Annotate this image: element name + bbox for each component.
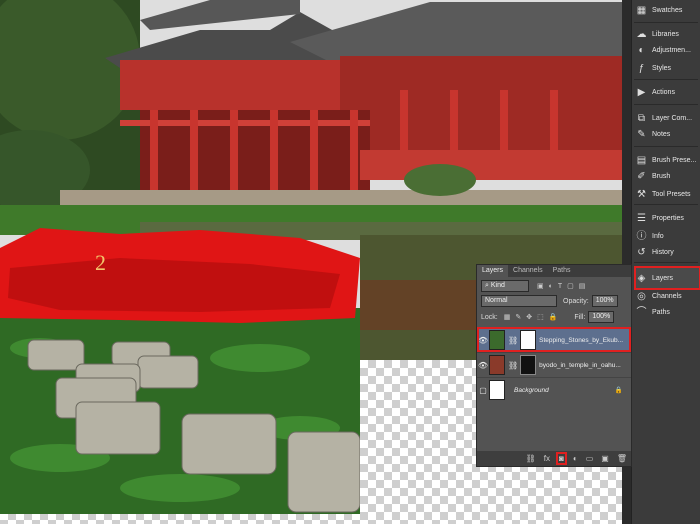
dock-item-label: History — [652, 248, 674, 256]
dock-item-label: Info — [652, 232, 664, 240]
lock-label: Lock: — [481, 313, 498, 321]
cloud-icon: ☁ — [636, 28, 647, 40]
dock-divider — [634, 262, 698, 263]
paths-icon: ⌒ — [636, 306, 647, 318]
dock-divider — [634, 22, 698, 23]
layer-name: Background — [514, 386, 549, 394]
dock-divider — [634, 79, 698, 80]
tool-preset-icon: ⚒ — [637, 188, 646, 200]
fill-input[interactable]: 100% — [588, 311, 615, 323]
opacity-input[interactable]: 100% — [591, 295, 618, 307]
fx-icon: ƒ — [638, 62, 645, 74]
dock-item-styles[interactable]: ƒ Styles — [636, 58, 699, 78]
layer-row-background[interactable]: ▢ Background 🔒 — [477, 377, 631, 402]
layer-thumbnail — [489, 380, 505, 400]
dock-item-paths[interactable]: ⌒ Paths — [636, 302, 699, 322]
adjust-icon: ◐ — [638, 44, 645, 56]
add-mask-icon[interactable]: ◙ — [556, 452, 567, 465]
tab-channels[interactable]: Channels — [508, 265, 548, 277]
fx-icon[interactable]: fx — [544, 454, 550, 463]
dock-item-label: Layer Com... — [652, 114, 693, 122]
link-icon: ⛓ — [508, 335, 519, 345]
dock-item-label: Properties — [652, 214, 684, 222]
layers-icon: ◈ — [637, 272, 646, 284]
dock-item-properties[interactable]: ☰ Properties — [636, 208, 699, 228]
properties-icon: ☰ — [637, 212, 646, 224]
dock-item-label: Brush — [652, 172, 671, 180]
dock-divider — [634, 204, 698, 205]
dock-item-label: Channels — [652, 292, 682, 300]
play-icon: ▶ — [637, 86, 646, 98]
stepping-stones-layer-image — [0, 228, 360, 514]
layer-thumbnail — [489, 330, 505, 350]
layers-panel: Layers Channels Paths ⌕ Kind ▣◐T▢▤ Norma… — [476, 264, 632, 467]
lock-icon: 🔒 — [614, 387, 623, 394]
channels-icon: ◎ — [637, 290, 646, 302]
brush-preset-icon: ▤ — [636, 154, 647, 166]
link-icon: ⛓ — [508, 360, 519, 370]
dock-item-label: Layers — [652, 274, 674, 282]
new-group-folder-icon[interactable]: ▭ — [586, 454, 594, 463]
layer-thumbnail — [489, 355, 505, 375]
link-layers-icon[interactable]: ⛓ — [526, 454, 536, 463]
layer-filter-value: Kind — [490, 282, 505, 289]
layer-filter-select[interactable]: ⌕ Kind — [481, 280, 529, 292]
filter-icons[interactable]: ▣◐T▢▤ — [537, 282, 590, 290]
lock-icons[interactable]: ▦✎✥⬚🔒 — [504, 313, 563, 321]
dock-item-history[interactable]: ↺ History — [636, 242, 699, 262]
dock-item-actions[interactable]: ▶ Actions — [636, 82, 699, 102]
visibility-eye-icon[interactable]: 👁 — [477, 336, 489, 345]
brush-icon: ✐ — [637, 170, 646, 182]
layer-row-stepping-stones[interactable]: 👁 ⛓ Stepping_Stones_by_Ekub... — [477, 327, 631, 352]
dock-item-adjustments[interactable]: ◐ Adjustmen... — [636, 40, 699, 60]
adjustment-layer-icon[interactable]: ◐ — [573, 454, 578, 463]
fill-label: Fill: — [574, 313, 586, 321]
note-icon: ✎ — [637, 128, 646, 140]
grid-icon: ▦ — [636, 4, 647, 16]
blend-mode-select[interactable]: Normal — [481, 295, 557, 307]
dock-item-label: Adjustmen... — [652, 46, 691, 54]
layer-name: Stepping_Stones_by_Ekub... — [539, 336, 623, 344]
new-layer-icon[interactable]: ▣ — [601, 454, 609, 463]
dock-divider — [634, 146, 698, 147]
dock-item-label: Swatches — [652, 6, 683, 14]
dock-item-brush[interactable]: ✐ Brush — [636, 166, 699, 186]
panel-dock: ▦ Swatches ☁ Libraries ◐ Adjustmen... ƒ Styl… — [631, 0, 700, 524]
layers-panel-footer: ⛓ fx ◙ ◐ ▭ ▣ 🗑 — [477, 451, 631, 466]
tab-paths[interactable]: Paths — [548, 265, 576, 277]
annotation-marker-2: 2 — [95, 250, 106, 275]
info-icon: ⓘ — [636, 230, 647, 242]
history-icon: ↺ — [637, 246, 646, 258]
dock-item-label: Libraries — [652, 30, 679, 38]
tab-layers[interactable]: Layers — [477, 265, 509, 277]
layer-name: byodo_in_temple_in_oahu... — [539, 361, 621, 369]
dock-item-label: Paths — [652, 308, 670, 316]
blend-row: Normal Opacity: 100% — [481, 295, 618, 307]
layer-comp-icon: ⧉ — [637, 112, 646, 124]
dock-item-swatches[interactable]: ▦ Swatches — [636, 0, 699, 20]
dock-item-tool-presets[interactable]: ⚒ Tool Presets — [636, 184, 699, 204]
layers-panel-tabs: Layers Channels Paths — [477, 265, 631, 277]
filter-row: ⌕ Kind ▣◐T▢▤ — [481, 280, 590, 292]
dock-item-label: Styles — [652, 64, 672, 72]
layer-row-byodo-temple[interactable]: 👁 ⛓ byodo_in_temple_in_oahu... — [477, 352, 631, 377]
visibility-eye-icon[interactable]: 👁 — [477, 361, 489, 370]
layer-mask-thumbnail[interactable] — [520, 355, 537, 375]
dock-item-label: Notes — [652, 130, 671, 138]
dock-item-layers[interactable]: ◈ Layers — [634, 266, 700, 290]
dock-item-label: Tool Presets — [652, 190, 691, 198]
trash-icon[interactable]: 🗑 — [617, 454, 627, 463]
layer-mask-thumbnail[interactable] — [520, 330, 537, 350]
visibility-toggle[interactable]: ▢ — [477, 386, 489, 395]
dock-item-label: Brush Prese... — [652, 156, 697, 164]
dock-item-notes[interactable]: ✎ Notes — [636, 124, 699, 144]
dock-divider — [634, 104, 698, 105]
dock-item-label: Actions — [652, 88, 675, 96]
opacity-label: Opacity: — [563, 297, 589, 305]
lock-row: Lock: ▦✎✥⬚🔒 Fill: 100% — [481, 311, 615, 323]
